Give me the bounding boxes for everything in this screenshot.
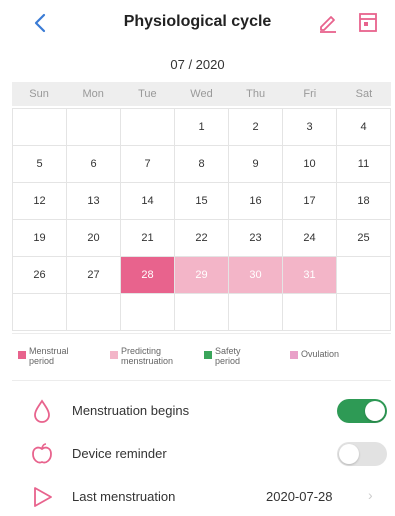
- calendar-day-cell[interactable]: 27: [67, 257, 121, 294]
- weekday-label: Wed: [190, 88, 213, 100]
- calendar-day-cell[interactable]: 30: [229, 257, 283, 294]
- calendar-empty-cell: [67, 109, 121, 146]
- weekday-label: Sat: [355, 88, 373, 100]
- weekday-label: Tue: [138, 88, 157, 100]
- weekday-label: Fri: [303, 88, 317, 100]
- calendar-empty-cell: [175, 294, 229, 331]
- calendar-day-cell[interactable]: 18: [337, 183, 391, 220]
- calendar-day-cell[interactable]: 8: [175, 146, 229, 183]
- last-menstruation-label: Last menstruation: [72, 489, 176, 504]
- calendar-day-cell[interactable]: 2: [229, 109, 283, 146]
- calendar-empty-cell: [229, 294, 283, 331]
- calendar-empty-cell: [121, 294, 175, 331]
- calendar-day-cell[interactable]: 10: [283, 146, 337, 183]
- calendar-day-cell[interactable]: 11: [337, 146, 391, 183]
- calendar-day-cell[interactable]: 25: [337, 220, 391, 257]
- calendar-week-row: 19 20 21 22 23 24 25: [13, 220, 391, 257]
- calendar-day-cell[interactable]: 12: [13, 183, 67, 220]
- header-bar: Physiological cycle: [0, 0, 395, 46]
- legend-predicting: Predicting menstruation: [110, 346, 195, 366]
- calendar-day-cell[interactable]: 14: [121, 183, 175, 220]
- last-menstruation-value: 2020-07-28: [266, 489, 333, 504]
- calendar-day-cell[interactable]: 26: [13, 257, 67, 294]
- calendar-day-cell[interactable]: 24: [283, 220, 337, 257]
- weekday-label: Sun: [29, 88, 49, 100]
- menstruation-begins-label: Menstruation begins: [72, 403, 190, 418]
- divider: [12, 333, 391, 334]
- toggle-knob: [339, 444, 359, 464]
- legend-label: Safety period: [215, 346, 241, 366]
- play-triangle-icon: [34, 487, 52, 507]
- calendar-day-cell[interactable]: 3: [283, 109, 337, 146]
- calendar-week-row: 26 27 28 29 30 31: [13, 257, 391, 294]
- calendar-day-cell[interactable]: 6: [67, 146, 121, 183]
- calendar-week-row: 1234: [13, 109, 391, 146]
- menstruation-begins-row: Menstruation begins: [0, 390, 395, 433]
- calendar-empty-cell: [121, 109, 175, 146]
- edit-button[interactable]: [316, 10, 340, 34]
- calendar-day-cell[interactable]: 22: [175, 220, 229, 257]
- legend-swatch: [110, 351, 118, 359]
- calendar-button[interactable]: [356, 10, 380, 34]
- calendar-empty-cell: [337, 257, 391, 294]
- calendar-day-cell[interactable]: 31: [283, 257, 337, 294]
- legend-label: Menstrual period: [29, 346, 69, 366]
- calendar-day-cell[interactable]: 5: [13, 146, 67, 183]
- calendar-day-cell[interactable]: 9: [229, 146, 283, 183]
- month-label: 07 / 2020: [170, 57, 225, 72]
- legend-label: Ovulation: [301, 349, 340, 359]
- calendar-day-cell[interactable]: 28: [121, 257, 175, 294]
- calendar-day-cell[interactable]: 7: [121, 146, 175, 183]
- calendar-day-cell[interactable]: 1: [175, 109, 229, 146]
- legend-label: Predicting menstruation: [121, 346, 174, 366]
- calendar-day-cell[interactable]: 21: [121, 220, 175, 257]
- calendar-day-cell[interactable]: 19: [13, 220, 67, 257]
- last-menstruation-row[interactable]: Last menstruation 2020-07-28 ›: [0, 476, 395, 516]
- weekday-label: Thu: [246, 88, 266, 100]
- calendar-day-cell[interactable]: 23: [229, 220, 283, 257]
- settings-list: Menstruation begins Device reminder Last…: [0, 390, 395, 516]
- legend-swatch: [204, 351, 212, 359]
- calendar-day-cell[interactable]: 15: [175, 183, 229, 220]
- calendar-week-row: 5 6 7 8 9 10 11: [13, 146, 391, 183]
- calendar-empty-cell: [13, 294, 67, 331]
- legend-safety: Safety period: [204, 346, 261, 366]
- calendar-day-cell[interactable]: 13: [67, 183, 121, 220]
- weekday-label: Mon: [82, 88, 104, 100]
- legend-swatch: [290, 351, 298, 359]
- calendar-empty-cell: [283, 294, 337, 331]
- device-reminder-row: Device reminder: [0, 433, 395, 476]
- drop-icon: [34, 399, 50, 423]
- pencil-icon: [320, 16, 336, 33]
- calendar-empty-cell: [337, 294, 391, 331]
- menstruation-begins-toggle[interactable]: [337, 399, 387, 423]
- calendar-empty-cell: [67, 294, 121, 331]
- calendar-day-cell[interactable]: 29: [175, 257, 229, 294]
- calendar-grid: 1 2 3 4 5 6 7 8 9 10 11 12 13 14 15 16 17 18 19 20 21 22 23 24 2…: [12, 108, 391, 331]
- legend-ovulation: Ovulation: [290, 346, 371, 359]
- legend-menstrual: Menstrual period: [18, 346, 91, 366]
- legend-swatch: [18, 351, 26, 359]
- chevron-right-icon: ›: [368, 487, 373, 503]
- calendar-empty-cell: [13, 109, 67, 146]
- calendar-day-cell[interactable]: 16: [229, 183, 283, 220]
- apple-icon: [32, 443, 52, 464]
- device-reminder-label: Device reminder: [72, 446, 167, 461]
- device-reminder-toggle[interactable]: [337, 442, 387, 466]
- calendar-icon: [359, 13, 377, 32]
- calendar-day-cell[interactable]: 17: [283, 183, 337, 220]
- calendar-week-row: 12 13 14 15 16 17 18: [13, 183, 391, 220]
- calendar-week-row: [13, 294, 391, 331]
- divider: [12, 380, 391, 381]
- weekday-header: Sun Mon Tue Wed Thu Fri Sat: [12, 82, 391, 106]
- legend: Menstrual period Predicting menstruation…: [12, 343, 391, 373]
- calendar-day-cell[interactable]: 20: [67, 220, 121, 257]
- toggle-knob: [365, 401, 385, 421]
- calendar-day-cell[interactable]: 4: [337, 109, 391, 146]
